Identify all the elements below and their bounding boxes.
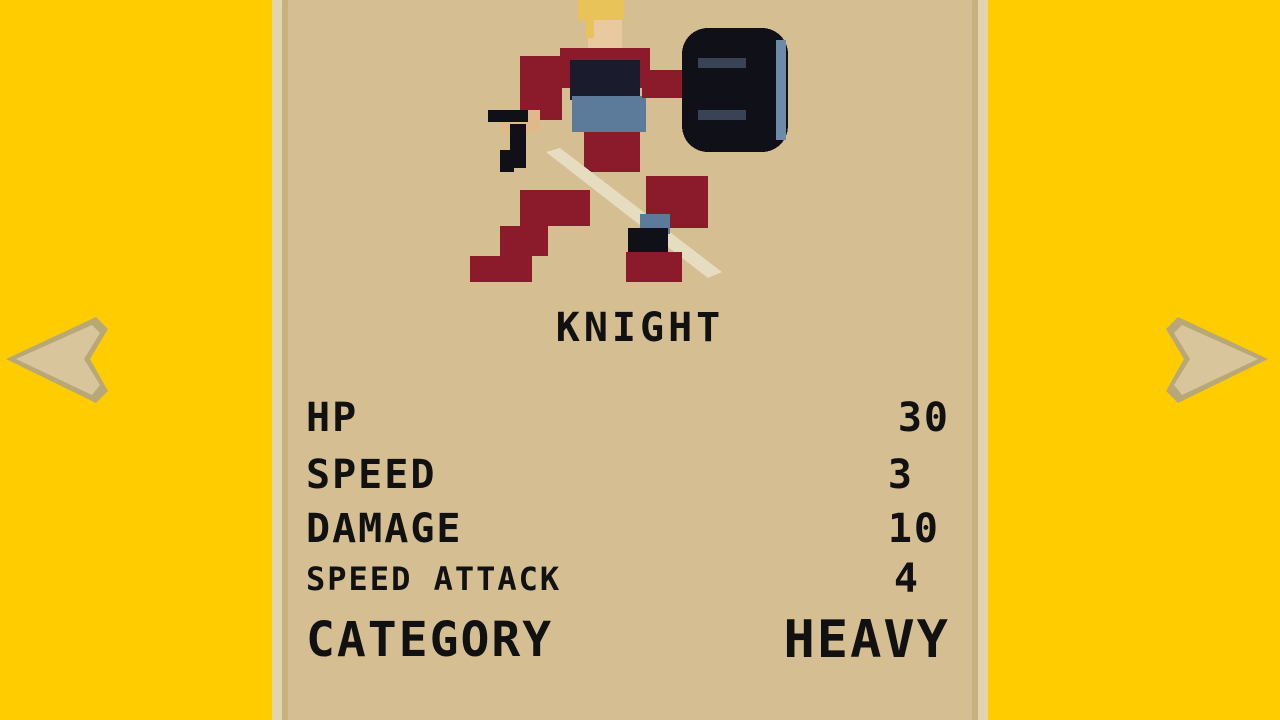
stat-value-hp: 30 — [897, 395, 950, 441]
stat-label-speed-attack: SPEED ATTACK — [306, 560, 562, 598]
arrow-left-icon[interactable] — [0, 305, 112, 415]
stat-value-speed: 3 — [887, 452, 914, 498]
stat-value-damage: 10 — [887, 506, 940, 552]
stat-label-hp: HP — [306, 395, 359, 441]
stat-label-speed: SPEED — [306, 452, 437, 498]
stat-value-category: HEAVY — [783, 610, 950, 670]
stat-label-damage: DAMAGE — [306, 506, 463, 552]
character-name: KNIGHT — [555, 305, 725, 351]
stat-label-category: CATEGORY — [306, 612, 554, 668]
knight-sprite-icon — [470, 0, 788, 282]
stat-value-speed-attack: 4 — [893, 556, 920, 602]
arrow-right-icon[interactable] — [1162, 305, 1274, 415]
